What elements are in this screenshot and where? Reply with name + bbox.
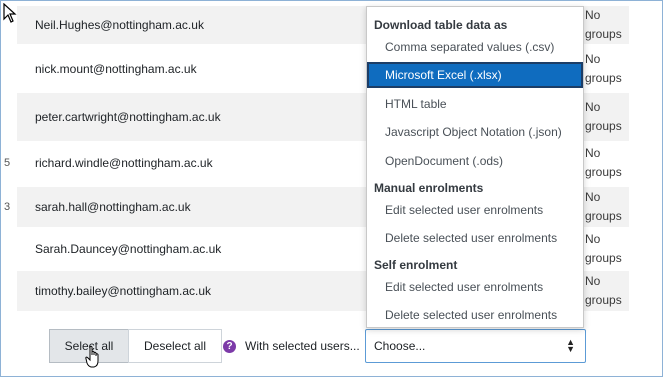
row-lead-text: 5 xyxy=(4,157,11,169)
menu-group-header: Download table data as xyxy=(374,18,508,32)
user-email: peter.cartwright@nottingham.ac.uk xyxy=(35,110,221,124)
help-icon[interactable]: ? xyxy=(223,340,236,353)
menu-item-edit-self[interactable]: Edit selected user enrolments xyxy=(367,274,583,300)
user-groups: No groups xyxy=(585,190,622,223)
menu-item-xlsx[interactable]: Microsoft Excel (.xlsx) xyxy=(367,62,583,88)
hand-cursor-icon xyxy=(85,345,99,368)
user-groups: No groups xyxy=(585,52,622,85)
deselect-all-button[interactable]: Deselect all xyxy=(128,329,222,363)
menu-group-header: Self enrolment xyxy=(374,258,458,272)
user-groups: No groups xyxy=(585,146,622,179)
user-email: sarah.hall@nottingham.ac.uk xyxy=(35,200,191,214)
menu-item-html[interactable]: HTML table xyxy=(367,91,583,117)
user-groups: No groups xyxy=(585,8,622,41)
user-groups: No groups xyxy=(585,100,622,133)
user-email: timothy.bailey@nottingham.ac.uk xyxy=(35,284,212,298)
menu-item-delete-manual[interactable]: Delete selected user enrolments xyxy=(367,225,583,251)
menu-item-edit-manual[interactable]: Edit selected user enrolments xyxy=(367,197,583,223)
menu-item-csv[interactable]: Comma separated values (.csv) xyxy=(367,34,583,60)
user-email: nick.mount@nottingham.ac.uk xyxy=(35,62,197,76)
enrolled-users-panel: Neil.Hughes@nottingham.ac.uk No groups n… xyxy=(0,0,663,377)
menu-item-ods[interactable]: OpenDocument (.ods) xyxy=(367,148,583,174)
menu-item-delete-self[interactable]: Delete selected user enrolments xyxy=(367,302,583,328)
menu-item-json[interactable]: Javascript Object Notation (.json) xyxy=(367,119,583,145)
user-groups: No groups xyxy=(585,274,622,307)
menu-group-header: Manual enrolments xyxy=(374,181,484,195)
select-value: Choose... xyxy=(374,339,426,353)
user-groups: No groups xyxy=(585,232,622,265)
with-selected-label: With selected users... xyxy=(245,339,360,353)
select-arrows-icon: ▲ ▼ xyxy=(566,337,575,354)
row-lead-text: 3 xyxy=(4,201,11,213)
mouse-pointer-icon xyxy=(3,3,17,23)
bulk-action-dropdown-menu: Download table data as Comma separated v… xyxy=(366,6,584,328)
user-email: richard.windle@nottingham.ac.uk xyxy=(35,156,213,170)
user-email: Sarah.Dauncey@nottingham.ac.uk xyxy=(35,242,222,256)
user-email: Neil.Hughes@nottingham.ac.uk xyxy=(35,18,204,32)
bulk-action-select[interactable]: Choose... ▲ ▼ xyxy=(365,329,586,363)
